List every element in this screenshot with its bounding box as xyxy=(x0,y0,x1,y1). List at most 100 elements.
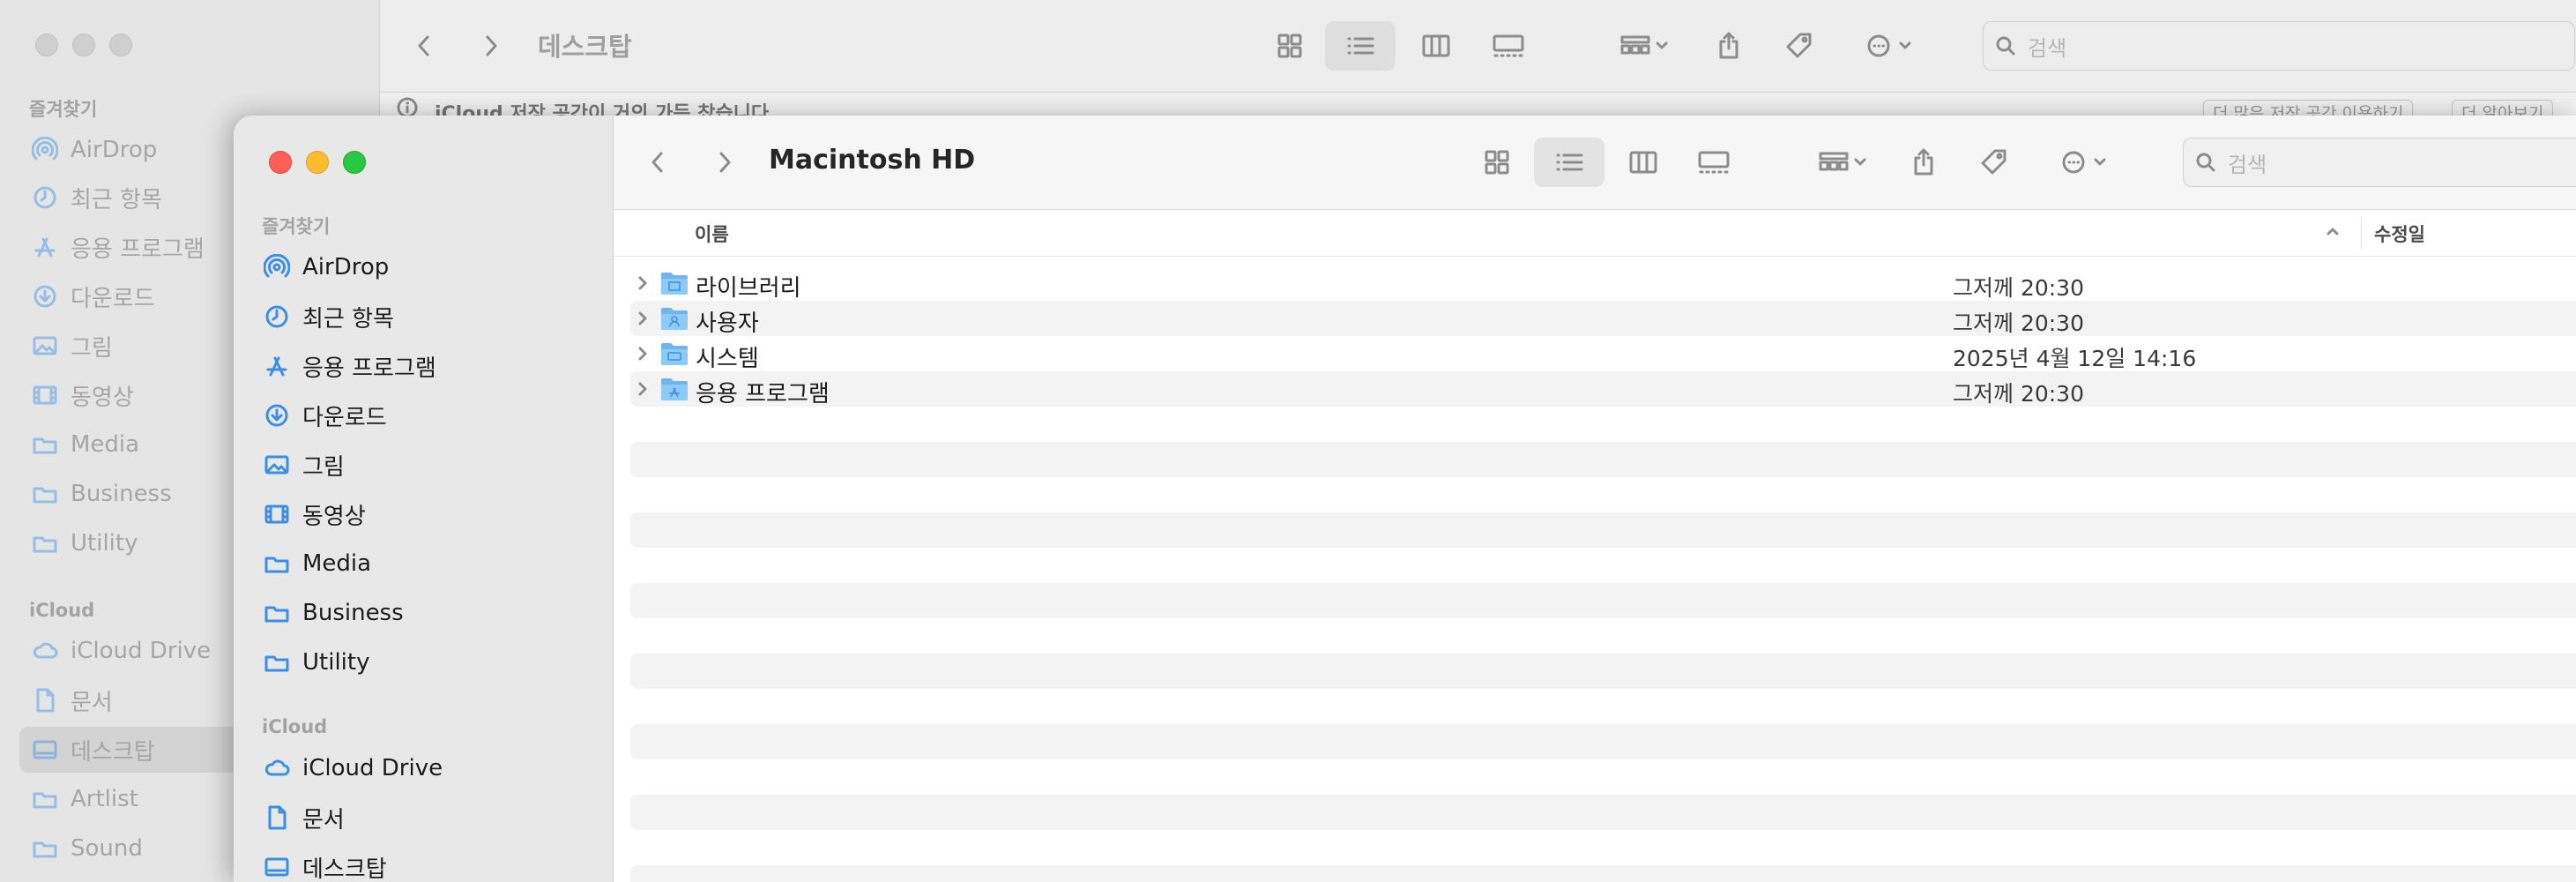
table-row[interactable]: 응용 프로그램 그저께 20:30 -- xyxy=(630,371,2576,407)
document-icon xyxy=(264,804,290,831)
close-button[interactable] xyxy=(35,34,58,56)
clock-icon xyxy=(264,303,290,330)
sidebar-item-documents[interactable]: 문서 xyxy=(251,795,604,841)
disclosure-chevron-icon[interactable] xyxy=(636,345,650,363)
system-folder-icon xyxy=(660,341,689,366)
gallery-view-button[interactable] xyxy=(1480,21,1537,71)
sidebar-item-label: 최근 항목 xyxy=(302,305,394,333)
zoom-button[interactable] xyxy=(109,34,132,56)
sidebar-item-downloads[interactable]: 다운로드 xyxy=(251,392,604,438)
group-button[interactable] xyxy=(1605,21,1685,71)
sidebar-item-desktop[interactable]: 데스크탑 xyxy=(251,844,604,882)
download-icon xyxy=(32,283,58,310)
sidebar-item-airdrop[interactable]: AirDrop xyxy=(251,244,604,290)
column-name-header[interactable]: 이름 xyxy=(695,220,729,247)
icon-view-button[interactable] xyxy=(1262,21,1318,71)
disclosure-chevron-icon[interactable] xyxy=(636,274,650,292)
group-icon xyxy=(1619,33,1671,59)
sidebar-item-label: iCloud Drive xyxy=(302,755,443,781)
folder-icon xyxy=(32,431,58,458)
clock-icon xyxy=(32,184,58,211)
minimize-button[interactable] xyxy=(72,34,95,56)
table-row[interactable]: 사용자 그저께 20:30 -- xyxy=(630,301,2576,337)
sidebar: 즐겨찾기 AirDrop 최근 항목 응용 프로그램 다운로드 그림 동영상 M… xyxy=(234,116,614,882)
search-placeholder: 검색 xyxy=(2228,152,2267,177)
folder-icon xyxy=(32,481,58,507)
sidebar-item-recents[interactable]: 최근 항목 xyxy=(251,294,604,340)
zoom-button[interactable] xyxy=(343,151,366,174)
minimize-button[interactable] xyxy=(306,151,329,174)
favorites-header: 즐겨찾기 xyxy=(29,99,98,120)
icloud-header: iCloud xyxy=(262,716,328,737)
columns-icon xyxy=(1421,33,1451,59)
file-name: 응용 프로그램 xyxy=(696,381,830,407)
sidebar-item-label: 문서 xyxy=(302,806,345,833)
list-view-button[interactable] xyxy=(1534,138,1604,187)
empty-row-stripe xyxy=(630,442,2576,477)
column-view-button[interactable] xyxy=(1408,21,1464,71)
search-field[interactable]: 검색 xyxy=(2183,138,2576,187)
sidebar-item-icloud-drive[interactable]: iCloud Drive xyxy=(251,745,604,791)
table-row[interactable]: 시스템 2025년 4월 12일 14:16 -- xyxy=(630,336,2576,372)
chevron-right-icon xyxy=(716,149,733,176)
columns-icon xyxy=(1628,149,1658,176)
forward-button[interactable] xyxy=(707,138,742,187)
sidebar-item-pictures[interactable]: 그림 xyxy=(251,442,604,488)
file-modified: 그저께 20:30 xyxy=(1953,275,2084,301)
sidebar-item-label: 그림 xyxy=(71,334,113,362)
window-title: 데스크탑 xyxy=(538,32,632,62)
file-modified: 2025년 4월 12일 14:16 xyxy=(1953,346,2197,371)
empty-row-stripe xyxy=(630,654,2576,689)
icon-view-button[interactable] xyxy=(1469,138,1525,187)
share-button[interactable] xyxy=(1702,21,1755,71)
favorites-header: 즐겨찾기 xyxy=(262,216,331,237)
sidebar-item-label: 다운로드 xyxy=(71,285,155,312)
table-row[interactable]: 라이브러리 그저께 20:30 -- xyxy=(630,265,2576,302)
sidebar-item-label: Media xyxy=(302,550,372,577)
cloud-icon xyxy=(32,638,58,664)
tag-button[interactable] xyxy=(1773,21,1826,71)
disclosure-chevron-icon[interactable] xyxy=(636,380,650,398)
file-modified: 그저께 20:30 xyxy=(1953,310,2084,336)
forward-button[interactable] xyxy=(473,21,509,71)
column-modified-header[interactable]: 수정일 xyxy=(2374,220,2425,247)
back-button[interactable] xyxy=(406,21,442,71)
back-button[interactable] xyxy=(640,138,675,187)
close-button[interactable] xyxy=(269,151,292,174)
share-icon xyxy=(1716,31,1742,61)
tag-button[interactable] xyxy=(1968,138,2021,187)
sidebar-item-movies[interactable]: 동영상 xyxy=(251,491,604,537)
ellipsis-icon xyxy=(2060,149,2113,176)
gallery-icon xyxy=(1492,33,1525,59)
list-view-button[interactable] xyxy=(1325,21,1396,71)
sidebar-item-business[interactable]: Business xyxy=(251,590,604,636)
gallery-view-button[interactable] xyxy=(1686,138,1742,187)
search-field[interactable]: 검색 xyxy=(1983,21,2575,71)
empty-row-stripe xyxy=(630,512,2576,548)
window-controls xyxy=(35,34,132,56)
search-icon xyxy=(2194,151,2217,174)
sort-ascending-icon xyxy=(2324,222,2341,240)
applications-icon xyxy=(32,234,58,260)
folder-icon xyxy=(32,786,58,812)
share-button[interactable] xyxy=(1897,138,1950,187)
sidebar-item-utility[interactable]: Utility xyxy=(251,639,604,685)
sidebar-item-media[interactable]: Media xyxy=(251,541,604,587)
more-actions-button[interactable] xyxy=(1852,21,1932,71)
cloud-icon xyxy=(264,755,290,781)
search-icon xyxy=(1994,34,2017,57)
ellipsis-icon xyxy=(1865,33,1918,59)
sidebar-item-label: Media xyxy=(71,431,140,458)
sidebar-item-label: Utility xyxy=(302,649,370,676)
group-button[interactable] xyxy=(1804,138,1883,187)
disclosure-chevron-icon[interactable] xyxy=(636,310,650,327)
sidebar-item-applications[interactable]: 응용 프로그램 xyxy=(251,343,604,389)
sidebar-item-label: Business xyxy=(302,600,404,626)
finder-window-macintosh-hd[interactable]: 즐겨찾기 AirDrop 최근 항목 응용 프로그램 다운로드 그림 동영상 M… xyxy=(234,116,2576,882)
more-actions-button[interactable] xyxy=(2047,138,2126,187)
grid-icon xyxy=(1483,148,1511,176)
gallery-icon xyxy=(1697,149,1731,176)
chevron-left-icon xyxy=(649,149,666,176)
photo-icon xyxy=(264,452,290,478)
column-view-button[interactable] xyxy=(1615,138,1671,187)
